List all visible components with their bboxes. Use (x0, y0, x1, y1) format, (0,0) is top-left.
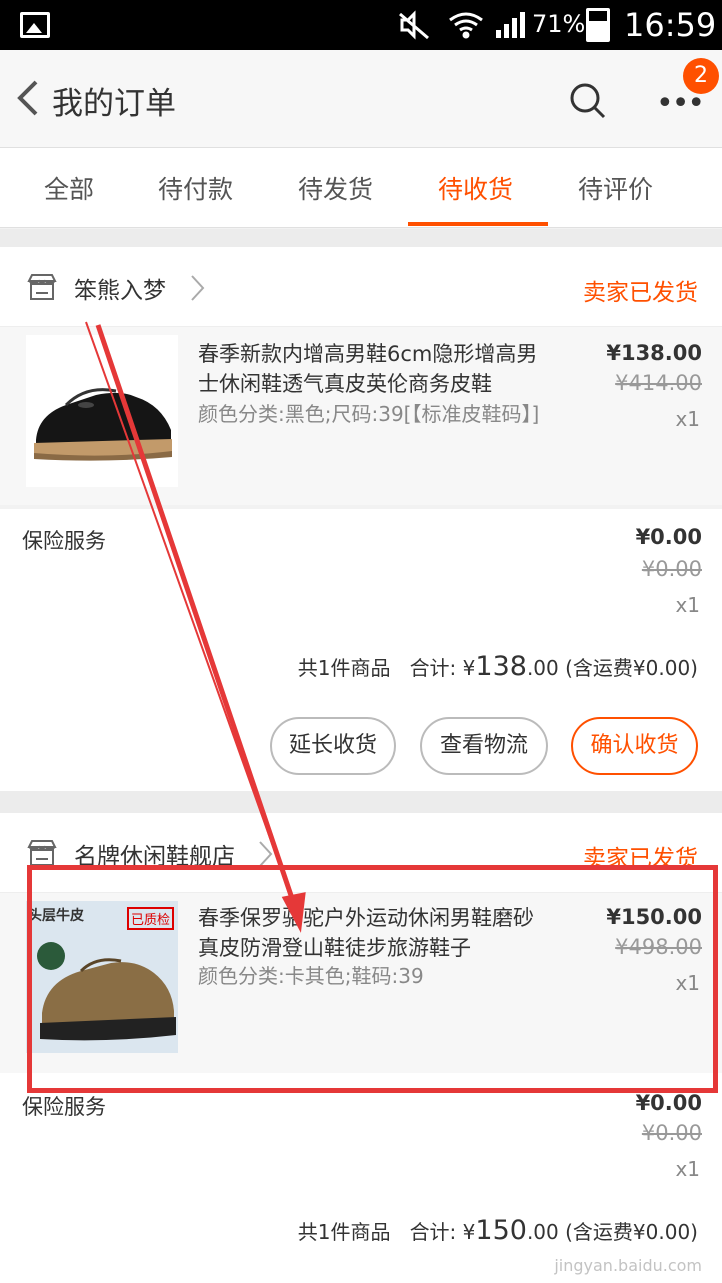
chevron-right-icon (191, 275, 205, 301)
search-icon[interactable] (567, 80, 607, 120)
system-status-icons (399, 10, 525, 40)
product-quantity: x1 (675, 407, 700, 431)
item-count: 共1件商品 (297, 1220, 391, 1244)
image-notification-icon (20, 12, 50, 38)
battery-percent: 71% (532, 10, 586, 38)
product-title[interactable]: 春季新款内增高男鞋6cm隐形增高男士休闲鞋透气真皮英伦商务皮鞋 (198, 339, 550, 399)
order-tabs: 全部 待付款 待发货 待收货 待评价 (0, 148, 722, 228)
mute-icon (399, 10, 429, 40)
extend-receipt-button[interactable]: 延长收货 (270, 717, 396, 775)
insurance-price: ¥0.00 (635, 525, 702, 549)
order-status: 卖家已发货 (583, 280, 698, 306)
order-summary: 共1件商品 合计: ¥138.00 (含运费¥0.00) (298, 651, 698, 682)
total-currency: ¥ (462, 656, 476, 680)
insurance-quantity: x1 (675, 593, 700, 617)
total-currency: ¥ (462, 1220, 476, 1244)
total-label: 合计: (409, 1220, 457, 1244)
tab-pending-payment[interactable]: 待付款 (158, 170, 233, 206)
watermark: jingyan.baidu.com (554, 1256, 702, 1275)
insurance-service-row: 保险服务 ¥0.00 ¥0.00 x1 (0, 509, 722, 629)
view-logistics-button[interactable]: 查看物流 (420, 717, 548, 775)
navigation-header: 我的订单 ••• 2 (0, 50, 722, 148)
product-image[interactable] (26, 335, 178, 487)
insurance-price: ¥0.00 (635, 1091, 702, 1115)
insurance-original-price: ¥0.00 (641, 1121, 702, 1145)
tab-pending-receipt[interactable]: 待收货 (438, 170, 513, 206)
active-tab-indicator (408, 222, 548, 226)
battery-icon (586, 8, 610, 42)
insurance-quantity: x1 (675, 1157, 700, 1181)
insurance-label: 保险服务 (22, 1095, 106, 1119)
divider (0, 791, 722, 813)
back-arrow-icon[interactable] (14, 78, 40, 118)
wifi-icon (449, 12, 483, 39)
insurance-original-price: ¥0.00 (641, 557, 702, 581)
black-leather-shoe-image (26, 335, 178, 487)
shipping-info: (含运费¥0.00) (565, 656, 698, 680)
total-label: 合计: (409, 656, 457, 680)
confirm-receipt-button[interactable]: 确认收货 (571, 717, 698, 775)
product-price: ¥138.00 (606, 341, 702, 365)
notification-badge: 2 (683, 58, 719, 94)
total-amount: 138 (475, 651, 527, 682)
order-summary: 共1件商品 合计: ¥150.00 (含运费¥0.00) (298, 1215, 698, 1246)
order-footer: 共1件商品 合计: ¥138.00 (含运费¥0.00) 延长收货 查看物流 确… (0, 629, 722, 791)
tab-all[interactable]: 全部 (44, 170, 94, 206)
tab-pending-shipment[interactable]: 待发货 (298, 170, 373, 206)
divider (0, 229, 722, 247)
product-spec: 颜色分类:黑色;尺码:39[【标准皮鞋码】] (198, 402, 540, 426)
total-amount: 150 (475, 1215, 527, 1246)
page-title: 我的订单 (52, 86, 176, 122)
shop-name[interactable]: 笨熊入梦 (74, 271, 166, 305)
shop-header[interactable]: 笨熊入梦 卖家已发货 (0, 247, 722, 327)
tab-pending-review[interactable]: 待评价 (578, 170, 653, 206)
status-bar: 71% 16:59 (0, 0, 722, 50)
order-item[interactable]: 春季新款内增高男鞋6cm隐形增高男士休闲鞋透气真皮英伦商务皮鞋 颜色分类:黑色;… (0, 327, 722, 505)
highlight-box-annotation (27, 865, 718, 1093)
item-count: 共1件商品 (297, 656, 391, 680)
store-icon (27, 274, 57, 300)
shipping-info: (含运费¥0.00) (565, 1220, 698, 1244)
clock: 16:59 (624, 6, 717, 44)
insurance-label: 保险服务 (22, 529, 106, 553)
signal-icon (496, 12, 525, 38)
total-decimal: .00 (526, 1220, 559, 1244)
total-decimal: .00 (526, 656, 559, 680)
product-original-price: ¥414.00 (615, 371, 702, 395)
